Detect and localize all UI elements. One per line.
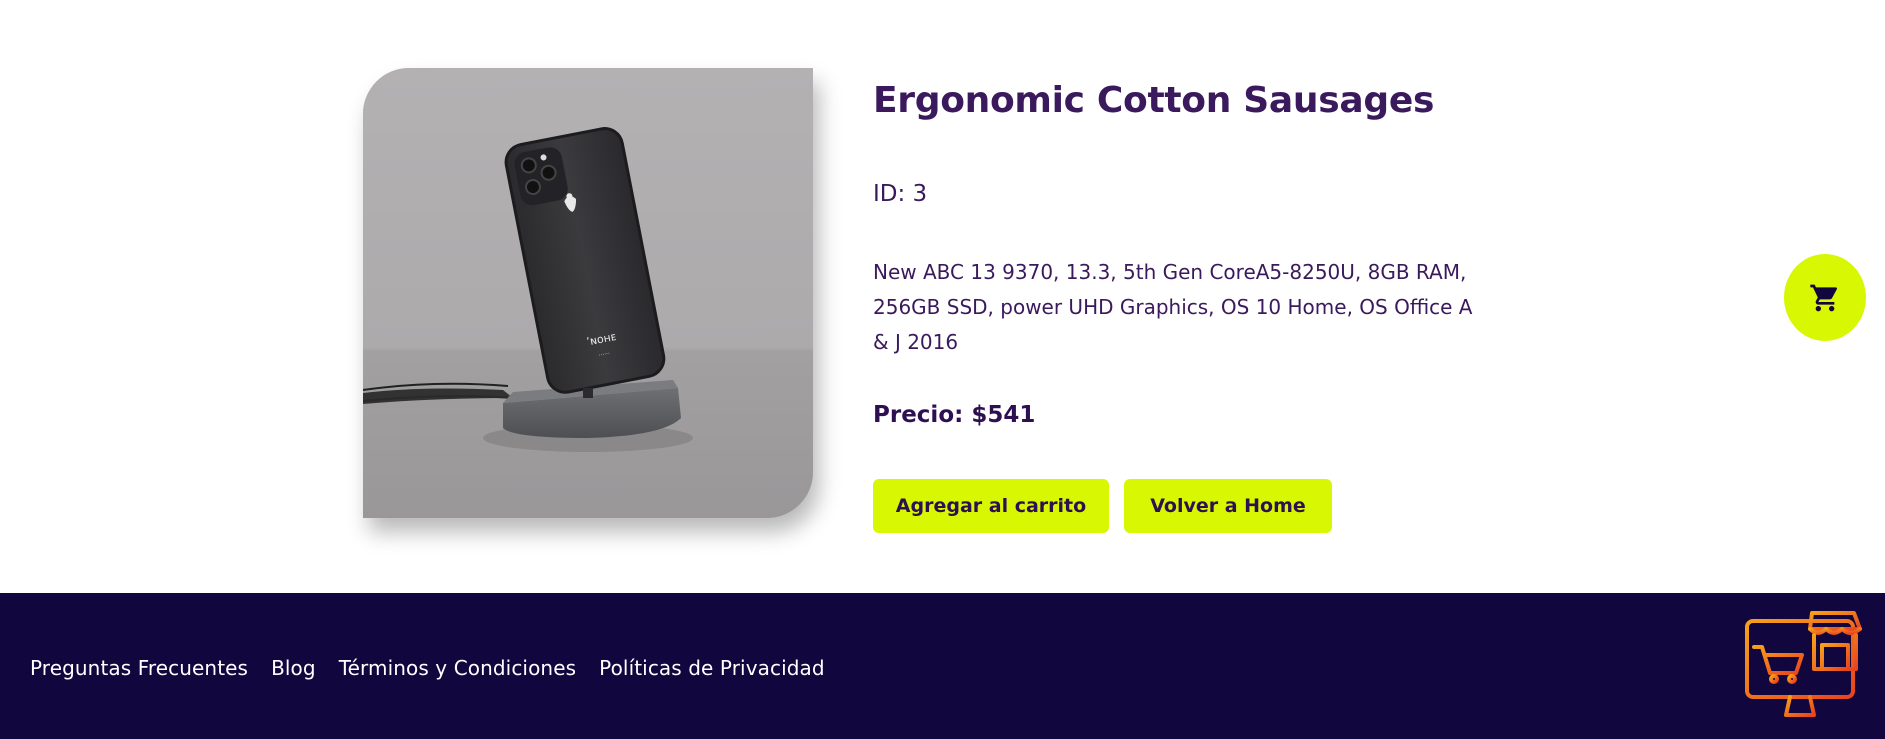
product-id: ID: 3 (873, 181, 928, 207)
product-description: New ABC 13 9370, 13.3, 5th Gen CoreA5-82… (873, 260, 1473, 354)
floating-cart-button[interactable] (1784, 254, 1866, 341)
phone-on-stand-photo: ʼɴᴏʜᴇ ...... (363, 68, 813, 518)
store-logo-icon (1745, 611, 1862, 719)
cart-icon (1810, 284, 1838, 311)
product-detail-section: ʼɴᴏʜᴇ ...... Ergonomic Cotton Sausages I… (0, 0, 1885, 593)
store-computer-logo (1744, 607, 1864, 729)
footer-link-terms[interactable]: Términos y Condiciones (339, 656, 576, 680)
add-to-cart-button[interactable]: Agregar al carrito (873, 479, 1109, 533)
footer-link-faq[interactable]: Preguntas Frecuentes (30, 656, 248, 680)
back-to-home-button[interactable]: Volver a Home (1124, 479, 1332, 533)
footer-nav: Preguntas Frecuentes Blog Términos y Con… (30, 656, 825, 680)
footer-link-privacy[interactable]: Políticas de Privacidad (599, 656, 825, 680)
product-title: Ergonomic Cotton Sausages (873, 80, 1435, 121)
product-price: Precio: $541 (873, 402, 1036, 428)
footer-link-blog[interactable]: Blog (271, 656, 316, 680)
product-image: ʼɴᴏʜᴇ ...... (363, 68, 813, 518)
